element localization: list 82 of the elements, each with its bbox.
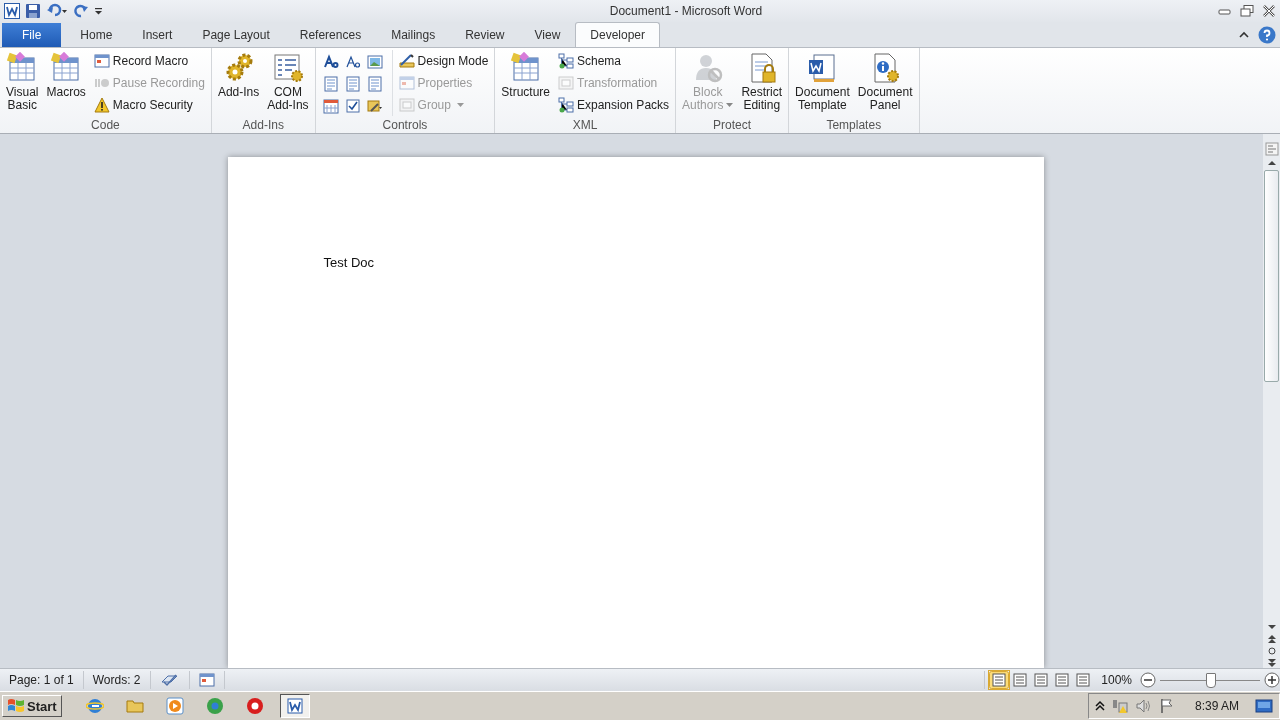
ribbon-button[interactable]: Design Mode [395,50,492,72]
ribbon-button[interactable]: Document Panel [854,50,916,114]
checklist-icon [271,52,304,84]
checkbox-icon[interactable] [344,98,361,114]
restore-icon[interactable] [1240,5,1254,17]
ribbon-tab[interactable]: Mailings [376,22,451,47]
ribbon-button[interactable]: Document Template [792,50,853,114]
file-tab[interactable]: File [2,23,62,47]
window-title: Document1 - Microsoft Word [608,4,764,18]
document-text[interactable]: Test Doc [323,255,375,270]
speaker-icon[interactable] [1134,698,1153,714]
dropdown-arrow-icon [456,102,464,108]
show-hidden-icon[interactable] [1094,700,1105,712]
dropdown-arrow-icon [726,103,734,109]
box-icon [558,75,574,91]
box-icon [398,97,415,113]
ribbon-button[interactable]: COM Add-Ins [264,50,312,114]
table-icon [509,52,542,84]
group-label: Code [90,118,121,133]
ribbon-tab[interactable]: Review [450,22,520,47]
group-label: Controls [381,118,429,133]
start-button[interactable]: Start [2,695,62,717]
ribbon-button[interactable]: Schema [555,50,673,72]
vertical-scrollbar[interactable] [1263,134,1280,668]
close-icon[interactable] [1262,5,1276,17]
tree-icon [558,97,574,113]
play-icon [165,697,184,715]
calendar-icon[interactable] [322,98,339,114]
ribbon-button[interactable]: Record Macro [90,50,208,72]
ribbon-button[interactable]: Restrict Editing [738,50,786,114]
globe-icon [85,697,104,715]
group-label: Templates [825,118,883,133]
view-layout-icon[interactable] [989,671,1010,689]
folder-icon [125,697,144,715]
zoom-in-icon[interactable] [1264,672,1280,688]
zoom-level[interactable]: 100% [1093,673,1140,687]
circle-icon [245,697,264,715]
word-count[interactable]: Words: 2 [83,671,151,689]
clock[interactable]: 8:39 AM [1180,699,1249,713]
save-icon[interactable] [25,3,41,19]
help-icon[interactable] [1258,26,1276,44]
text-icon[interactable] [344,54,361,70]
flag-icon [7,698,25,714]
ribbon-tab[interactable]: Insert [127,22,188,47]
ribbon-tab[interactable]: Page Layout [187,22,285,47]
ruler-toggle-icon[interactable] [1264,142,1279,156]
form-icon [93,53,110,69]
ribbon-button[interactable]: Macros [43,50,89,101]
scrollbar-thumb[interactable] [1264,170,1279,382]
proofing-icon[interactable] [159,672,180,688]
ribbon-tab[interactable]: References [284,22,377,47]
ribbon-button[interactable]: Macro Security [90,94,208,116]
zoom-out-icon[interactable] [1140,672,1156,688]
taskbar-app[interactable] [279,694,310,718]
ribbon-tab[interactable]: View [519,22,576,47]
image-icon[interactable] [366,54,383,70]
ribbon-button[interactable]: Visual Basic [3,50,42,114]
zoom-slider[interactable] [1160,672,1260,688]
text-icon[interactable] [322,54,339,70]
ribbon-button[interactable]: Add-Ins [214,50,263,101]
group-label: Add-Ins [241,118,285,133]
show-desktop-icon[interactable] [1255,698,1273,714]
page-count[interactable]: Page: 1 of 1 [0,671,84,689]
network-icon[interactable] [1110,698,1129,714]
ribbon-button[interactable]: Expansion Packs [555,94,673,116]
warning-icon [93,97,110,113]
ruler-icon [398,53,415,69]
ribbon-tab[interactable]: Home [65,22,128,47]
group-label: XML [571,118,599,133]
redo-icon[interactable] [73,3,89,19]
tools-icon[interactable] [366,98,383,114]
form-icon [398,75,415,91]
word-icon[interactable] [4,3,20,19]
group-label: Protect [712,118,753,133]
undo-icon[interactable] [46,3,68,19]
document-icon [285,697,304,715]
flag-icon[interactable] [1158,698,1175,714]
ribbon-button[interactable]: Structure [498,50,553,101]
macro-record-icon[interactable] [198,672,215,688]
circle-icon [205,697,224,715]
tree-icon [558,53,574,69]
ribbon-tab[interactable]: Developer [575,22,660,47]
